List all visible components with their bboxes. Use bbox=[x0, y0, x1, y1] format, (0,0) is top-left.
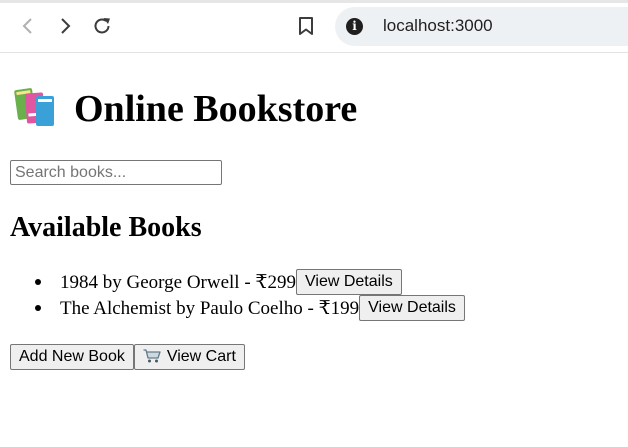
bookmark-button[interactable] bbox=[294, 14, 318, 38]
view-cart-label: View Cart bbox=[166, 348, 236, 365]
view-cart-button[interactable]: View Cart bbox=[133, 344, 245, 370]
back-button[interactable] bbox=[16, 14, 40, 38]
add-new-book-button[interactable]: Add New Book bbox=[10, 344, 134, 370]
books-icon bbox=[14, 87, 58, 127]
shopping-cart-icon bbox=[143, 347, 161, 363]
url-text[interactable]: localhost:3000 bbox=[383, 16, 493, 36]
bullet bbox=[35, 279, 41, 285]
search-input[interactable] bbox=[10, 160, 222, 185]
forward-arrow-icon bbox=[61, 18, 71, 34]
list-item: 1984 by George Orwell - ₹299 View Detail… bbox=[0, 269, 465, 295]
book-title: 1984 by George Orwell - ₹299 bbox=[60, 271, 296, 293]
bookmark-icon bbox=[299, 17, 313, 35]
tab-strip-edge bbox=[0, 0, 628, 3]
book-list: 1984 by George Orwell - ₹299 View Detail… bbox=[0, 269, 465, 321]
book-title: The Alchemist by Paulo Coelho - ₹199 bbox=[60, 297, 360, 319]
site-info-icon[interactable]: i bbox=[346, 18, 363, 35]
section-heading: Available Books bbox=[10, 212, 202, 243]
page-title-text: Online Bookstore bbox=[74, 88, 358, 130]
view-details-button[interactable]: View Details bbox=[359, 295, 465, 321]
reload-button[interactable] bbox=[90, 14, 114, 38]
bullet bbox=[35, 305, 41, 311]
forward-button[interactable] bbox=[53, 14, 77, 38]
list-item: The Alchemist by Paulo Coelho - ₹199 Vie… bbox=[0, 295, 465, 321]
page-title: Online Bookstore bbox=[14, 87, 357, 131]
view-details-button[interactable]: View Details bbox=[296, 269, 402, 295]
action-bar: Add New Book View Cart bbox=[10, 344, 245, 370]
back-arrow-icon bbox=[22, 18, 32, 34]
browser-toolbar: i localhost:3000 bbox=[0, 0, 628, 53]
reload-icon bbox=[94, 18, 110, 34]
address-bar[interactable]: i localhost:3000 bbox=[335, 7, 628, 46]
